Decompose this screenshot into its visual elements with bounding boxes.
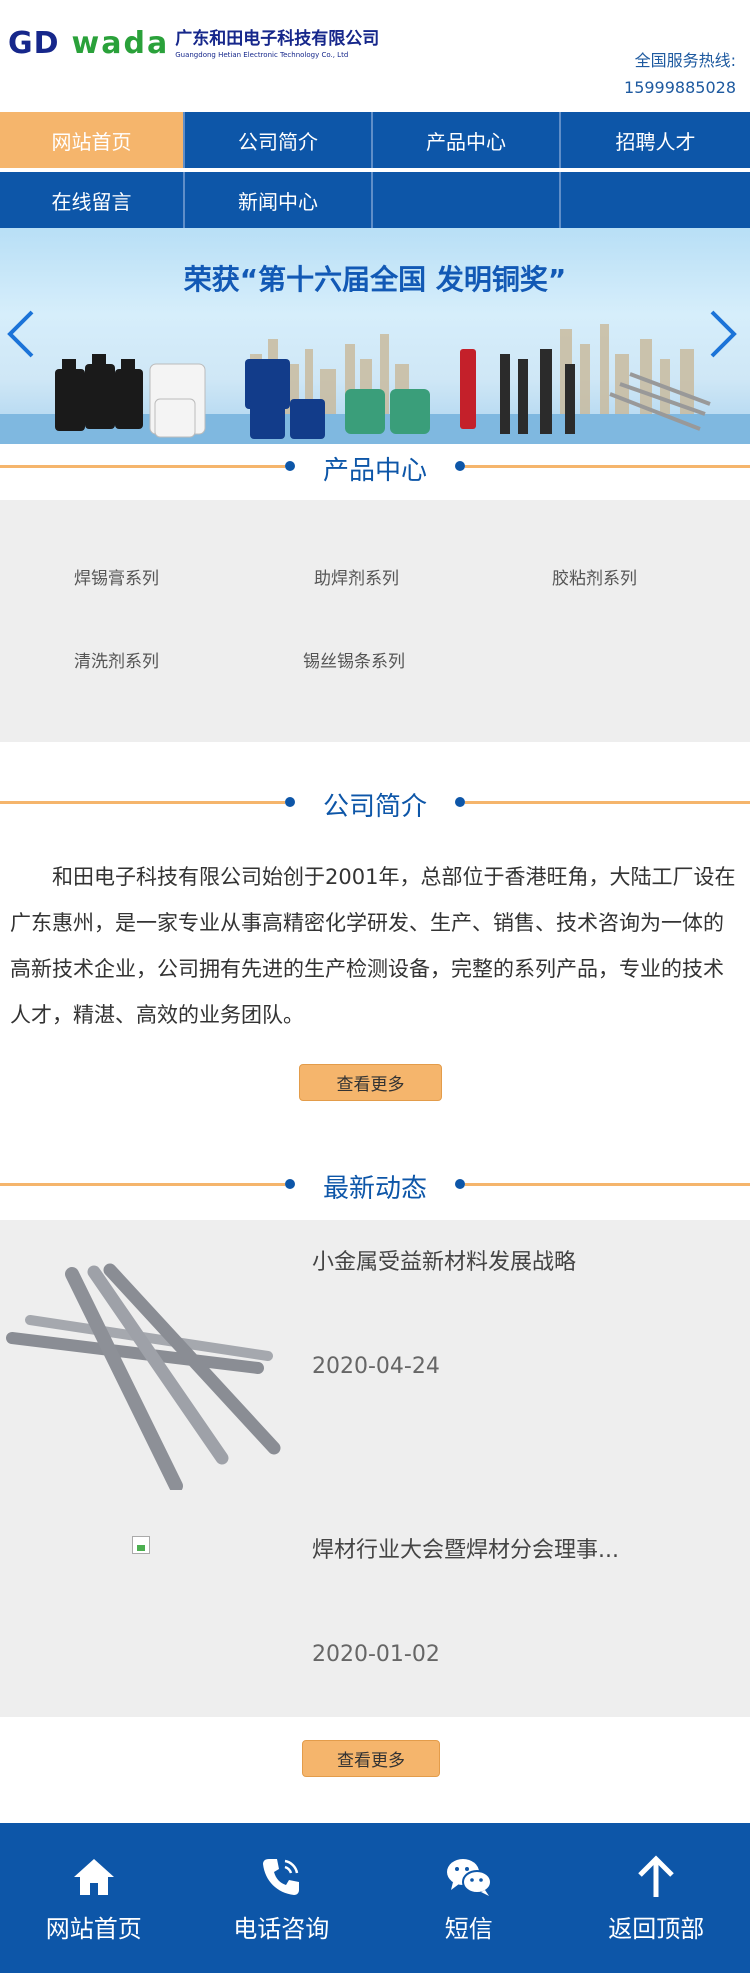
products-heading: 产品中心	[322, 456, 427, 486]
logo-company-en: Guangdong Hetian Electronic Technology C…	[175, 51, 349, 59]
footer-phone-label: 电话咨询	[233, 1914, 330, 1943]
footer-phone-button[interactable]: 电话咨询	[188, 1823, 376, 1973]
news-section-header: 最新动态	[0, 1164, 750, 1204]
product-link-cleaner[interactable]: 清洗剂系列	[74, 647, 159, 672]
hotline-label: 全国服务热线:	[634, 51, 736, 70]
nav-item-jobs[interactable]: 招聘人才	[561, 112, 750, 168]
logo-gd-text: GD	[8, 26, 60, 61]
divider-dot	[285, 1179, 295, 1189]
product-link-solder-wire[interactable]: 锡丝锡条系列	[303, 647, 405, 672]
divider-line	[465, 801, 750, 804]
news-heading: 最新动态	[322, 1174, 427, 1204]
footer-sms-label: 短信	[444, 1914, 493, 1943]
products-section-header: 产品中心	[0, 446, 750, 486]
site-header: GD wada 广东和田电子科技有限公司 Guangdong Hetian El…	[0, 0, 750, 112]
divider-line	[0, 801, 285, 804]
product-link-solder-paste[interactable]: 焊锡膏系列	[74, 564, 159, 589]
about-heading: 公司简介	[322, 792, 427, 822]
divider-dot	[285, 797, 295, 807]
nav-item-home[interactable]: 网站首页	[0, 112, 185, 168]
product-link-flux[interactable]: 助焊剂系列	[314, 564, 399, 589]
hotline: 全国服务热线: 15999885028	[624, 47, 736, 101]
divider-line	[0, 465, 285, 468]
product-link-adhesive[interactable]: 胶粘剂系列	[552, 564, 637, 589]
footer-top-button[interactable]: 返回顶部	[563, 1823, 750, 1973]
divider-dot	[455, 797, 465, 807]
logo-company-cn: 广东和田电子科技有限公司	[175, 29, 380, 49]
news-thumbnail-broken-image[interactable]	[132, 1536, 150, 1554]
news-item-date: 2020-04-24	[312, 1354, 440, 1379]
wechat-icon	[445, 1853, 493, 1901]
divider-line	[465, 1183, 750, 1186]
nav-item-about[interactable]: 公司简介	[185, 112, 373, 168]
footer-home-button[interactable]: 网站首页	[0, 1823, 188, 1973]
footer-home-label: 网站首页	[45, 1914, 142, 1943]
news-item-title[interactable]: 焊材行业大会暨焊材分会理事...	[312, 1532, 619, 1564]
hero-banner[interactable]: 荣获“第十六届全国 发明铜奖”	[0, 228, 750, 444]
footer-top-label: 返回顶部	[608, 1914, 705, 1943]
news-item-date: 2020-01-02	[312, 1642, 440, 1667]
divider-dot	[455, 461, 465, 471]
divider-dot	[455, 1179, 465, 1189]
footer-sms-button[interactable]: 短信	[375, 1823, 563, 1973]
bottom-nav: 网站首页 电话咨询 短信 返回顶部	[0, 1823, 750, 1973]
home-icon	[70, 1853, 118, 1901]
chevron-left-icon[interactable]	[6, 308, 36, 369]
nav-item-empty-1	[373, 172, 561, 228]
news-list: 小金属受益新材料发展战略 2020-04-24 焊材行业大会暨焊材分会理事...…	[0, 1220, 750, 1717]
site-logo[interactable]: GD wada 广东和田电子科技有限公司 Guangdong Hetian El…	[8, 24, 379, 64]
about-more-button[interactable]: 查看更多	[299, 1064, 442, 1101]
logo-wada-text: wada	[71, 26, 170, 61]
logo-company-name: 广东和田电子科技有限公司 Guangdong Hetian Electronic…	[175, 30, 379, 60]
nav-item-products[interactable]: 产品中心	[373, 112, 561, 168]
about-section-header: 公司简介	[0, 782, 750, 822]
nav-item-empty-2	[561, 172, 750, 228]
banner-product-image	[0, 324, 750, 444]
about-text: 和田电子科技有限公司始创于2001年，总部位于香港旺角，大陆工厂设在广东惠州，是…	[10, 865, 736, 1027]
divider-line	[465, 465, 750, 468]
hotline-number[interactable]: 15999885028	[624, 74, 736, 101]
divider-dot	[285, 461, 295, 471]
main-nav: 网站首页 公司简介 产品中心 招聘人才 在线留言 新闻中心	[0, 112, 750, 228]
news-more-button[interactable]: 查看更多	[302, 1740, 440, 1777]
news-thumbnail-solder-bars[interactable]	[6, 1260, 286, 1490]
product-categories: 焊锡膏系列 助焊剂系列 胶粘剂系列 清洗剂系列 锡丝锡条系列	[0, 500, 750, 742]
nav-item-news[interactable]: 新闻中心	[185, 172, 373, 228]
divider-line	[0, 1183, 285, 1186]
chevron-right-icon[interactable]	[708, 308, 738, 369]
banner-title: 荣获“第十六届全国 发明铜奖”	[183, 263, 567, 296]
phone-icon	[257, 1853, 305, 1901]
nav-item-message[interactable]: 在线留言	[0, 172, 185, 228]
arrow-up-icon	[632, 1853, 680, 1901]
news-item-title[interactable]: 小金属受益新材料发展战略	[312, 1244, 576, 1276]
